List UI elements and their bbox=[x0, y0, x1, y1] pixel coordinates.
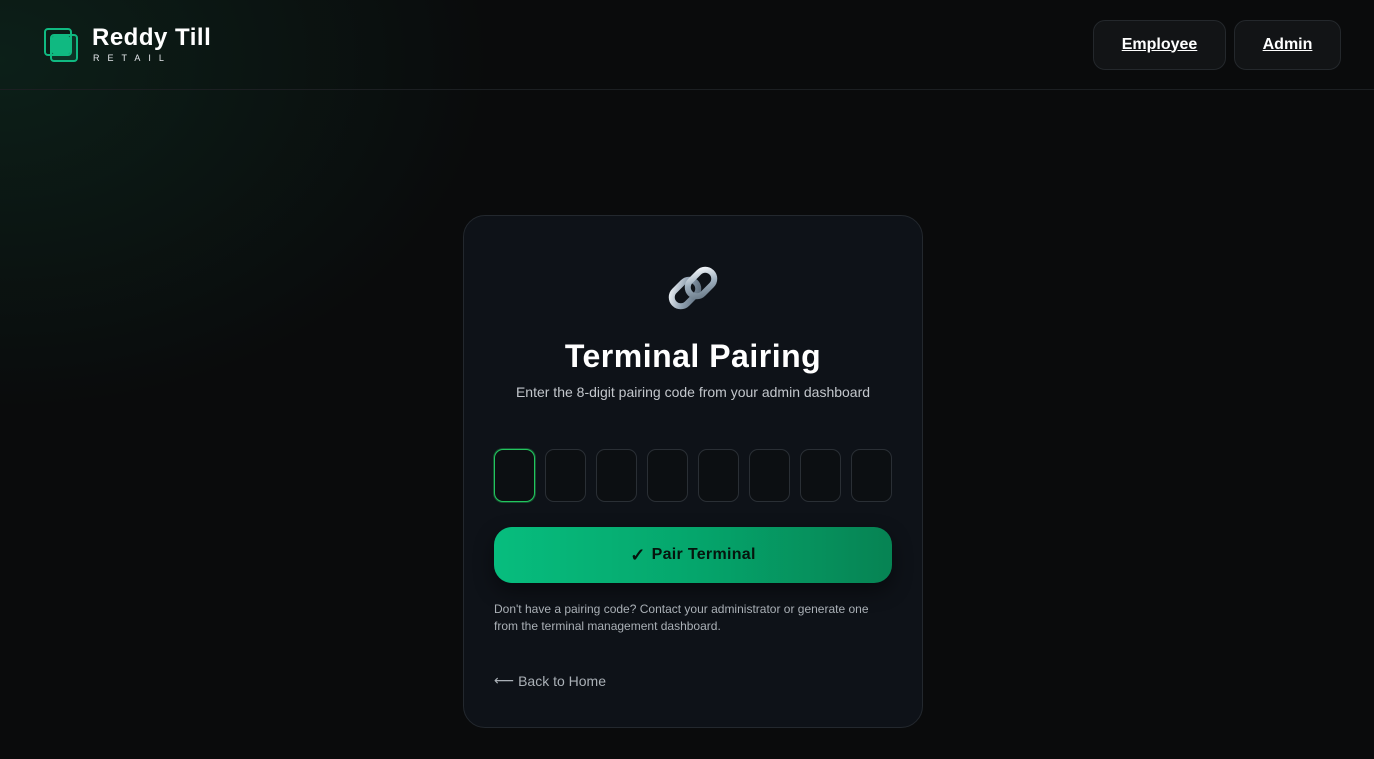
code-digit-2[interactable] bbox=[545, 449, 586, 502]
pairing-code-inputs bbox=[494, 449, 892, 502]
code-digit-8[interactable] bbox=[851, 449, 892, 502]
back-to-home-label: Back to Home bbox=[518, 672, 607, 689]
employee-button[interactable]: Employee bbox=[1093, 19, 1226, 70]
link-icon bbox=[664, 260, 722, 318]
back-to-home-link[interactable]: ⟵ Back to Home bbox=[494, 672, 606, 689]
page-title: Terminal Pairing bbox=[564, 338, 822, 374]
code-digit-7[interactable] bbox=[800, 449, 841, 502]
pair-terminal-label: Pair Terminal bbox=[651, 546, 756, 563]
brand-subtitle: RETAIL bbox=[93, 53, 172, 63]
pair-terminal-button[interactable]: ✓ Pair Terminal bbox=[494, 527, 892, 583]
help-text: Don't have a pairing code? Contact your … bbox=[494, 602, 869, 633]
arrow-left-icon: ⟵ bbox=[494, 672, 515, 688]
pairing-card: Terminal Pairing Enter the 8-digit pairi… bbox=[463, 215, 923, 728]
code-digit-6[interactable] bbox=[749, 449, 790, 502]
code-digit-1[interactable] bbox=[494, 449, 535, 502]
admin-button[interactable]: Admin bbox=[1234, 19, 1341, 70]
brand[interactable]: Reddy Till RETAIL bbox=[44, 26, 211, 63]
logo-icon bbox=[44, 27, 78, 62]
page-subtitle: Enter the 8-digit pairing code from your… bbox=[515, 384, 871, 400]
brand-text: Reddy Till RETAIL bbox=[92, 26, 211, 63]
brand-name: Reddy Till bbox=[92, 24, 212, 51]
code-digit-4[interactable] bbox=[647, 449, 688, 502]
top-header: Reddy Till RETAIL Employee Admin bbox=[0, 0, 1374, 90]
code-digit-5[interactable] bbox=[698, 449, 739, 502]
check-icon: ✓ bbox=[630, 544, 646, 565]
header-nav: Employee Admin bbox=[1093, 19, 1341, 70]
code-digit-3[interactable] bbox=[596, 449, 637, 502]
